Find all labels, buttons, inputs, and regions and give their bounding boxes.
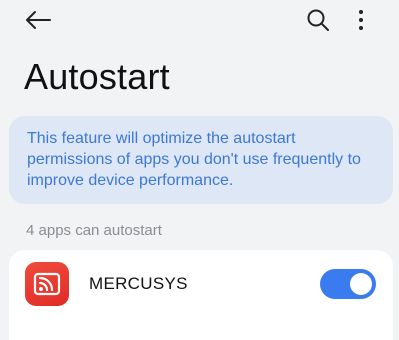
app-name: MERCUSYS — [89, 274, 188, 293]
mercusys-app-icon — [25, 262, 69, 306]
search-button[interactable] — [300, 2, 336, 38]
apps-count-label: 4 apps can autostart — [26, 222, 162, 239]
more-options-button[interactable] — [346, 2, 376, 38]
app-list-card: MERCUSYS — [9, 250, 393, 340]
info-card: This feature will optimize the autostart… — [9, 116, 393, 204]
search-icon — [307, 9, 329, 31]
arrow-left-icon — [26, 11, 51, 29]
info-text: This feature will optimize the autostart… — [27, 130, 361, 189]
autostart-toggle[interactable] — [320, 269, 376, 299]
top-bar — [0, 0, 399, 40]
more-vertical-icon — [359, 10, 363, 30]
rss-icon — [33, 272, 61, 296]
back-button[interactable] — [18, 2, 58, 38]
toggle-knob — [350, 273, 372, 295]
page-title: Autostart — [24, 56, 170, 97]
